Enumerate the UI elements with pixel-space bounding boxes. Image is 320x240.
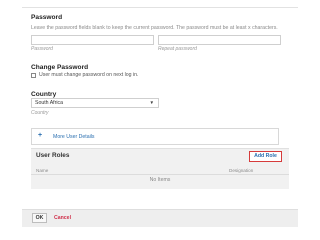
plus-icon[interactable]: + — [38, 132, 42, 140]
repeat-password-caption: Repeat password — [158, 46, 197, 52]
user-roles-title: User Roles — [36, 152, 70, 159]
no-items-text: No Items — [149, 177, 171, 183]
password-input[interactable] — [31, 35, 154, 45]
column-header-name: Name — [36, 168, 49, 173]
add-role-button[interactable]: Add Role — [249, 151, 282, 162]
form-footer: OK Cancel — [22, 209, 298, 227]
must-change-password-label: User must change password on next log in… — [39, 72, 139, 78]
more-user-details-link[interactable]: More User Details — [53, 134, 95, 140]
cancel-button[interactable]: Cancel — [54, 215, 71, 221]
password-caption: Password — [31, 46, 53, 52]
change-password-title: Change Password — [31, 64, 89, 71]
repeat-password-input[interactable] — [158, 35, 281, 45]
column-header-designation: Designation — [229, 168, 254, 173]
top-divider — [22, 7, 298, 8]
ok-button[interactable]: OK — [32, 213, 47, 223]
country-selected-value: South Africa — [35, 100, 63, 106]
password-section-title: Password — [31, 14, 63, 21]
must-change-password-checkbox[interactable] — [31, 73, 36, 78]
password-hint: Leave the password fields blank to keep … — [31, 25, 278, 31]
more-user-details-panel[interactable]: + More User Details — [31, 128, 279, 145]
roles-divider — [31, 174, 289, 175]
country-caption: Country — [31, 110, 49, 116]
chevron-down-icon: ▼ — [149, 100, 154, 105]
country-title: Country — [31, 91, 57, 98]
country-select[interactable]: South Africa ▼ — [31, 98, 159, 108]
